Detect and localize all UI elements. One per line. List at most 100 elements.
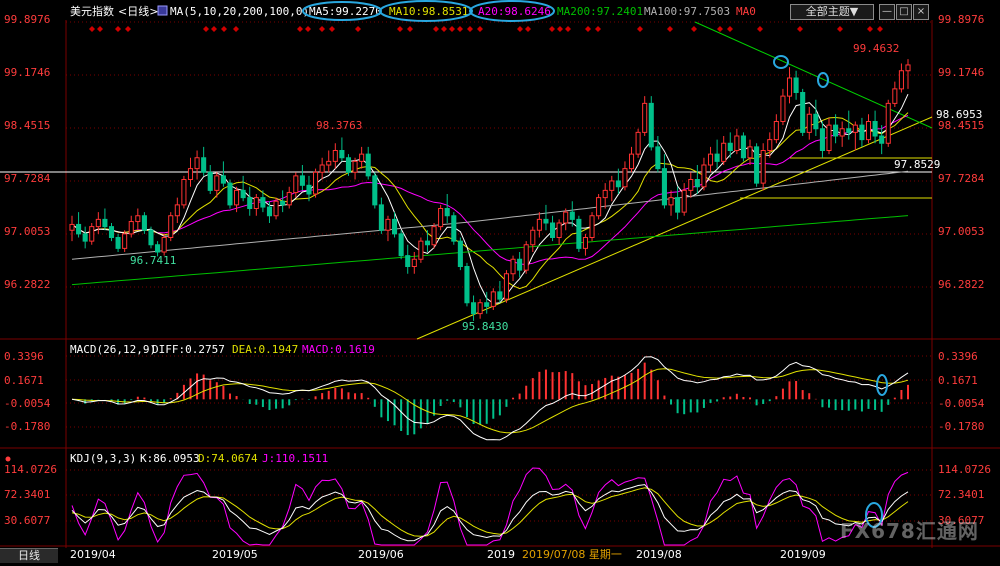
candle-body <box>622 168 628 188</box>
x-tick-label: 2019/04 <box>70 548 116 561</box>
candle-body <box>490 291 496 307</box>
candle-body <box>359 153 365 162</box>
candle-body <box>786 77 793 97</box>
candle-body <box>424 240 431 246</box>
close-button[interactable]: × <box>913 4 929 20</box>
candle-body <box>596 197 602 217</box>
candle-body <box>543 218 549 224</box>
ma-settings-icon[interactable] <box>157 5 168 16</box>
candle-body <box>563 211 569 224</box>
candle-body <box>898 70 904 90</box>
candle-body <box>260 197 266 208</box>
period-tab-daily[interactable]: 日线 <box>0 548 58 563</box>
candle-body <box>471 302 477 315</box>
candle-body <box>503 273 509 300</box>
candle-body <box>536 218 542 231</box>
candle-body <box>642 102 648 133</box>
candle-body <box>122 233 128 249</box>
candle-body <box>273 200 279 217</box>
candle-body <box>523 244 529 271</box>
candle-body <box>727 142 733 151</box>
candle-body <box>734 135 740 151</box>
symbol-name: 美元指数 <box>70 4 114 18</box>
candle-body <box>668 197 674 206</box>
candle-body <box>181 179 187 206</box>
signal-diamond <box>449 26 455 32</box>
candle-body <box>207 171 213 191</box>
candle-body <box>201 157 207 173</box>
candle-body <box>510 258 516 275</box>
candle-body <box>694 179 700 188</box>
axis-tick-right: 72.3401 <box>938 488 984 501</box>
kdj-marker-icon <box>5 456 11 462</box>
candle-body <box>569 211 575 220</box>
x-tick-label: 2019/09 <box>780 548 826 561</box>
axis-tick-right: 99.1746 <box>938 66 984 79</box>
candle-body <box>128 221 134 235</box>
candle-body <box>806 113 812 133</box>
axis-tick-right: 97.7284 <box>938 172 985 185</box>
signal-diamond <box>477 26 483 32</box>
annotation-high-1: 98.3763 <box>316 119 362 132</box>
axis-tick-right: 0.1671 <box>938 374 978 387</box>
signal-diamond-row <box>89 26 883 32</box>
main-axis-left: 99.8976 99.1746 98.4515 97.7284 97.0053 … <box>4 13 51 291</box>
annotation-last-high: 99.4632 <box>853 42 899 55</box>
axis-tick-right: 114.0726 <box>938 463 991 476</box>
signal-diamond <box>585 26 591 32</box>
signal-diamond <box>329 26 335 32</box>
signal-diamond <box>595 26 601 32</box>
candle-body <box>326 160 332 166</box>
candle-body <box>220 175 226 184</box>
annotation-support-level: 97.8529 <box>894 158 940 171</box>
axis-tick-left: 72.3401 <box>4 488 50 501</box>
signal-diamond <box>557 26 563 32</box>
candle-body <box>115 237 121 249</box>
ma200-value: MA200:97.2401 <box>557 5 643 18</box>
candle-body <box>839 128 845 137</box>
candle-body <box>589 215 595 238</box>
axis-tick-right: -0.1780 <box>938 420 984 433</box>
candle-body <box>451 215 457 242</box>
signal-diamond <box>221 26 227 32</box>
signal-diamond <box>797 26 803 32</box>
candle-body <box>234 189 240 206</box>
signal-diamond <box>397 26 403 32</box>
signal-diamond <box>297 26 303 32</box>
candle-body <box>609 180 615 191</box>
candle-body <box>339 150 345 159</box>
signal-diamond <box>549 26 555 32</box>
candle-body <box>767 139 773 151</box>
maximize-button[interactable]: □ <box>896 4 912 20</box>
axis-tick-right: -0.0054 <box>938 397 985 410</box>
candle-body <box>438 208 444 228</box>
signal-diamond <box>211 26 217 32</box>
candle-body <box>760 150 766 184</box>
chart-svg[interactable]: 美元指数 <日线> MA(5,10,20,200,100,0) MA5:99.2… <box>0 0 1000 562</box>
candle-body <box>161 237 167 253</box>
annotation-low-1: 96.7411 <box>130 254 176 267</box>
candle-body <box>833 124 839 137</box>
kdj-d: D:74.0674 <box>198 452 258 465</box>
candle-body <box>688 179 694 191</box>
candle-body <box>89 226 95 242</box>
cursor-date-label: 2019/07/08 星期一 <box>522 548 622 561</box>
candle-body <box>635 131 641 155</box>
signal-diamond <box>837 26 843 32</box>
theme-dropdown-button[interactable]: 全部主题▼ <box>790 4 874 20</box>
trendline-value-label: 98.6953 <box>936 108 982 121</box>
axis-tick-left: 96.2822 <box>4 278 50 291</box>
minimize-button[interactable]: — <box>879 4 895 20</box>
axis-tick-left: -0.1780 <box>4 420 50 433</box>
macd-title: MACD(26,12,9) <box>70 343 156 356</box>
signal-diamond <box>203 26 209 32</box>
signal-diamond <box>717 26 723 32</box>
candle-body <box>615 180 621 188</box>
ma200-line <box>71 215 909 286</box>
candle-body <box>135 215 141 223</box>
candle-body <box>108 226 115 238</box>
candle-body <box>293 175 299 194</box>
signal-diamond <box>441 26 447 32</box>
x-tick-label: 2019 <box>487 548 515 561</box>
candle-body <box>76 223 82 235</box>
